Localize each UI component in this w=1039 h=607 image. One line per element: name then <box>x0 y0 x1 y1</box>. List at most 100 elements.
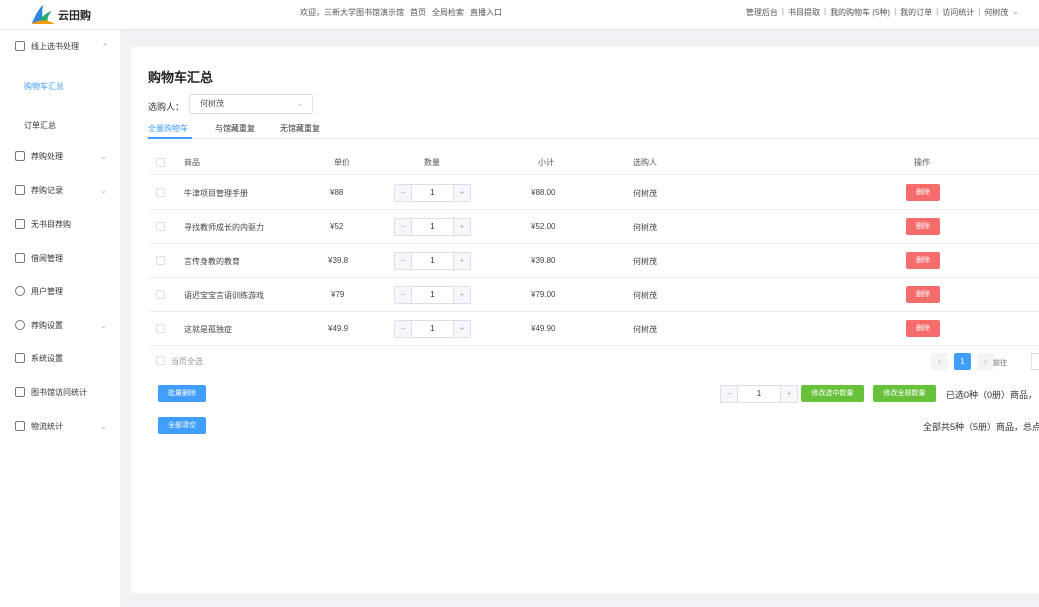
goto-page-input[interactable] <box>1031 353 1039 370</box>
sidebar-item-library-stats[interactable]: 图书馆访问统计 <box>0 382 121 402</box>
sidebar-item-order-summary[interactable]: 订单汇总 <box>24 120 56 131</box>
cart-link[interactable]: 我的购物车 (5种) <box>830 7 890 18</box>
logo-text: 云田购 <box>58 10 91 22</box>
nav-live-link[interactable]: 直播入口 <box>470 7 502 18</box>
sidebar-item-label: 借阅管理 <box>31 253 63 263</box>
table-row: 语迟宝宝言语训练游戏 ¥79 − 1 + ¥79.00 何树茂 删除 <box>148 278 1039 312</box>
logo[interactable]: 云田购 <box>30 2 91 28</box>
sidebar-item-no-catalog-recommend[interactable]: 无书目荐购 <box>0 214 121 234</box>
separator: | <box>894 7 897 16</box>
minus-button[interactable]: − <box>395 219 412 235</box>
batch-delete-button[interactable]: 批量删除 <box>158 385 206 402</box>
delete-button[interactable]: 删除 <box>906 320 940 337</box>
sidebar-item-cart-summary[interactable]: 购物车汇总 <box>24 81 64 92</box>
sidebar-item-online-selection[interactable]: 线上选书处理 ^ <box>0 36 121 56</box>
quantity-value[interactable]: 1 <box>412 185 453 201</box>
column-header: 小计 <box>538 158 554 167</box>
header-checkbox[interactable] <box>156 158 165 167</box>
next-page-button[interactable]: › <box>977 353 994 370</box>
nav-global-search-link[interactable]: 全局检索 <box>432 7 464 18</box>
delete-button[interactable]: 删除 <box>906 286 940 303</box>
orders-link[interactable]: 我的订单 <box>900 7 932 18</box>
modify-selected-quantity-button[interactable]: 修改选中数量 <box>801 385 864 402</box>
plus-button[interactable]: + <box>453 287 470 303</box>
minus-button[interactable]: − <box>395 321 412 337</box>
quantity-value[interactable]: 1 <box>412 219 453 235</box>
sidebar-item-recommend-records[interactable]: 荐购记录 ⌄ <box>0 180 121 200</box>
minus-button[interactable]: − <box>395 253 412 269</box>
tab-duplicate-holdings[interactable]: 与馆藏重复 <box>215 123 255 134</box>
product-name[interactable]: 这就是孤独症 <box>184 324 232 335</box>
chevron-down-icon: ⌄ <box>100 151 107 161</box>
quantity-stepper: − 1 + <box>394 252 471 270</box>
delete-button[interactable]: 删除 <box>906 184 940 201</box>
quantity-value[interactable]: 1 <box>412 287 453 303</box>
product-name[interactable]: 寻找教师成长的内驱力 <box>184 222 264 233</box>
modify-all-quantity-button[interactable]: 修改全部数量 <box>873 385 936 402</box>
nav-home-link[interactable]: 首页 <box>410 7 426 18</box>
minus-button[interactable]: − <box>721 386 738 402</box>
unit-price: ¥39.8 <box>328 256 349 265</box>
tab-all-cart[interactable]: 全量购物车 <box>148 123 188 134</box>
plus-button[interactable]: + <box>453 253 470 269</box>
subtotal: ¥49.90 <box>531 324 556 333</box>
row-checkbox[interactable] <box>156 256 165 265</box>
select-all-checkbox[interactable] <box>156 356 165 365</box>
pagination: ‹ 1 › <box>931 353 994 370</box>
product-name[interactable]: 牛津项目管理手册 <box>184 188 248 199</box>
separator: | <box>781 7 784 16</box>
row-checkbox[interactable] <box>156 324 165 333</box>
sidebar-item-logistics-stats[interactable]: 物流统计 ⌄ <box>0 416 121 436</box>
minus-button[interactable]: − <box>395 287 412 303</box>
separator: | <box>823 7 827 16</box>
plus-button[interactable]: + <box>453 219 470 235</box>
chevron-up-icon: ^ <box>103 41 107 51</box>
user-menu[interactable]: 何树茂 <box>984 7 1008 18</box>
cart-summary-panel: 购物车汇总 选购人： 何树茂 ⌄ 全量购物车 与馆藏重复 无馆藏重复 商品 单价… <box>131 47 1039 593</box>
chevron-down-icon[interactable]: ⌄ <box>1012 7 1019 18</box>
sidebar-item-label: 荐购记录 <box>31 185 63 195</box>
book-icon <box>15 219 25 229</box>
delete-button[interactable]: 删除 <box>906 252 940 269</box>
tab-no-duplicate-holdings[interactable]: 无馆藏重复 <box>280 123 320 134</box>
product-name[interactable]: 言传身教的教育 <box>184 256 240 267</box>
sidebar-item-label: 线上选书处理 <box>31 41 79 51</box>
sidebar-item-system-settings[interactable]: 系统设置 <box>0 348 121 368</box>
separator: | <box>936 7 939 16</box>
bulk-quantity-value[interactable]: 1 <box>738 386 780 402</box>
sidebar-item-recommend-settings[interactable]: 荐购设置 ⌄ <box>0 315 121 335</box>
quantity-value[interactable]: 1 <box>412 321 453 337</box>
plus-button[interactable]: + <box>453 321 470 337</box>
bar-chart-icon <box>15 387 25 397</box>
unit-price: ¥88 <box>330 188 344 197</box>
chevron-down-icon: ⌄ <box>297 99 304 108</box>
clear-all-button[interactable]: 全部清空 <box>158 417 206 434</box>
admin-link[interactable]: 管理后台 <box>746 7 778 18</box>
plus-button[interactable]: + <box>780 386 797 402</box>
minus-button[interactable]: − <box>395 185 412 201</box>
sidebar-item-borrow-management[interactable]: 借阅管理 <box>0 248 121 268</box>
flag-icon <box>15 151 25 161</box>
truck-icon <box>15 421 25 431</box>
plus-button[interactable]: + <box>453 185 470 201</box>
top-right-links: 管理后台 | 书目提取 | 我的购物车 (5种) | 我的订单 | 访问统计 |… <box>746 7 1019 18</box>
row-checkbox[interactable] <box>156 188 165 197</box>
sidebar-item-user-management[interactable]: 用户管理 <box>0 281 121 301</box>
sidebar-item-recommend-process[interactable]: 荐购处理 ⌄ <box>0 146 121 166</box>
stats-link[interactable]: 访问统计 <box>942 7 974 18</box>
row-checkbox[interactable] <box>156 290 165 299</box>
user-icon <box>15 286 25 296</box>
select-all-label[interactable]: 当页全选 <box>171 356 203 367</box>
unit-price: ¥52 <box>330 222 344 231</box>
bulk-quantity-stepper: − 1 + <box>720 385 798 403</box>
delete-button[interactable]: 删除 <box>906 218 940 235</box>
product-name[interactable]: 语迟宝宝言语训练游戏 <box>184 290 264 301</box>
subtotal: ¥79.00 <box>531 290 556 299</box>
prev-page-button[interactable]: ‹ <box>931 353 948 370</box>
page-number-current[interactable]: 1 <box>954 353 971 370</box>
extract-link[interactable]: 书目提取 <box>788 7 820 18</box>
quantity-stepper: − 1 + <box>394 320 471 338</box>
quantity-value[interactable]: 1 <box>412 253 453 269</box>
buyer-select[interactable]: 何树茂 ⌄ <box>189 94 313 114</box>
row-checkbox[interactable] <box>156 222 165 231</box>
